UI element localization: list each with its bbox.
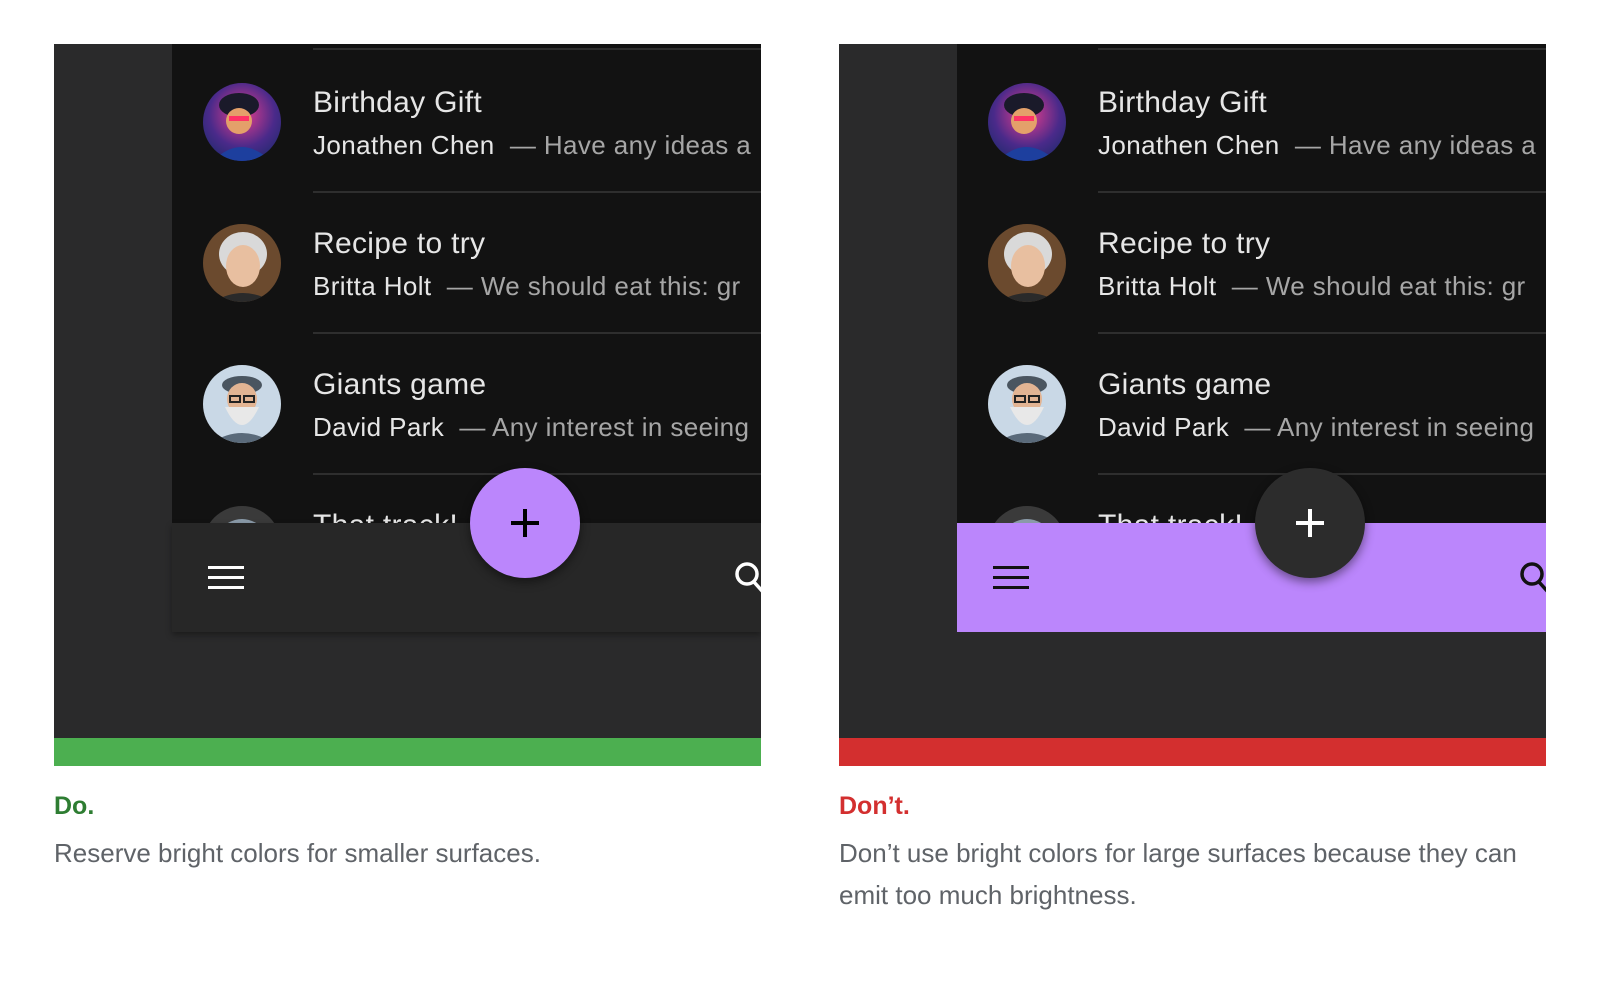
- email-preview: Jonathen Chen — Have any ideas a: [1098, 130, 1536, 161]
- do-heading: Do.: [54, 792, 95, 820]
- list-item[interactable]: That track!: [172, 467, 761, 523]
- list-item[interactable]: Recipe to try Britta Holt — We should ea…: [957, 185, 1546, 326]
- list-item[interactable]: Giants game David Park — Any interest in…: [957, 326, 1546, 467]
- avatar: [988, 83, 1066, 161]
- email-sender: Jonathen Chen: [1098, 130, 1280, 160]
- dont-indicator-bar: [839, 738, 1546, 766]
- menu-icon[interactable]: [993, 566, 1029, 590]
- email-subject: Birthday Gift: [1098, 86, 1267, 119]
- email-subject: Giants game: [1098, 368, 1272, 401]
- list-item[interactable]: Birthday Gift Jonathen Chen — Have any i…: [957, 44, 1546, 185]
- list-item[interactable]: Birthday Gift Jonathen Chen — Have any i…: [172, 44, 761, 185]
- add-button[interactable]: [470, 468, 580, 578]
- bottom-app-bar: [172, 523, 761, 632]
- avatar: [203, 224, 281, 302]
- bottom-app-bar: [957, 523, 1546, 632]
- email-subject: Recipe to try: [1098, 227, 1271, 260]
- list-item[interactable]: Giants game David Park — Any interest in…: [172, 326, 761, 467]
- email-list: Birthday Gift Jonathen Chen — Have any i…: [172, 44, 761, 523]
- email-sender: David Park: [313, 412, 445, 442]
- email-sender: Britta Holt: [313, 271, 432, 301]
- email-snippet: — Have any ideas a: [509, 130, 752, 160]
- email-preview: David Park — Any interest in seeing: [313, 412, 749, 443]
- email-sender: Jonathen Chen: [313, 130, 495, 160]
- avatar: [203, 365, 281, 443]
- avatar: [988, 506, 1066, 523]
- dont-example: Birthday Gift Jonathen Chen — Have any i…: [839, 44, 1546, 750]
- email-list: Birthday Gift Jonathen Chen — Have any i…: [957, 44, 1546, 523]
- email-preview: Britta Holt — We should eat this: gr: [313, 271, 741, 302]
- list-item[interactable]: Recipe to try Britta Holt — We should ea…: [172, 185, 761, 326]
- phone-screen: Birthday Gift Jonathen Chen — Have any i…: [839, 44, 1546, 750]
- menu-icon[interactable]: [208, 566, 244, 590]
- avatar: [203, 506, 281, 523]
- list-item[interactable]: That track!: [957, 467, 1546, 523]
- email-sender: David Park: [1098, 412, 1230, 442]
- search-icon[interactable]: [733, 559, 761, 597]
- do-caption: Reserve bright colors for smaller surfac…: [54, 838, 541, 868]
- email-sender: Britta Holt: [1098, 271, 1217, 301]
- email-preview: Britta Holt — We should eat this: gr: [1098, 271, 1526, 302]
- email-snippet: — Any interest in seeing: [1244, 412, 1535, 442]
- email-preview: David Park — Any interest in seeing: [1098, 412, 1534, 443]
- avatar: [203, 83, 281, 161]
- email-subject: Giants game: [313, 368, 487, 401]
- email-subject: That track!: [313, 509, 458, 523]
- email-subject: Recipe to try: [313, 227, 486, 260]
- dont-caption: Don’t use bright colors for large surfac…: [839, 838, 1517, 910]
- email-subject: Birthday Gift: [313, 86, 482, 119]
- email-preview: Jonathen Chen — Have any ideas a: [313, 130, 751, 161]
- search-icon[interactable]: [1518, 559, 1546, 597]
- email-snippet: — Have any ideas a: [1294, 130, 1537, 160]
- phone-screen: Birthday Gift Jonathen Chen — Have any i…: [54, 44, 761, 750]
- email-snippet: — We should eat this: gr: [1231, 271, 1526, 301]
- avatar: [988, 224, 1066, 302]
- do-example: Birthday Gift Jonathen Chen — Have any i…: [54, 44, 761, 750]
- add-button[interactable]: [1255, 468, 1365, 578]
- email-snippet: — Any interest in seeing: [459, 412, 750, 442]
- do-indicator-bar: [54, 738, 761, 766]
- dont-heading: Don’t.: [839, 792, 910, 820]
- email-snippet: — We should eat this: gr: [446, 271, 741, 301]
- avatar: [988, 365, 1066, 443]
- email-subject: That track!: [1098, 509, 1243, 523]
